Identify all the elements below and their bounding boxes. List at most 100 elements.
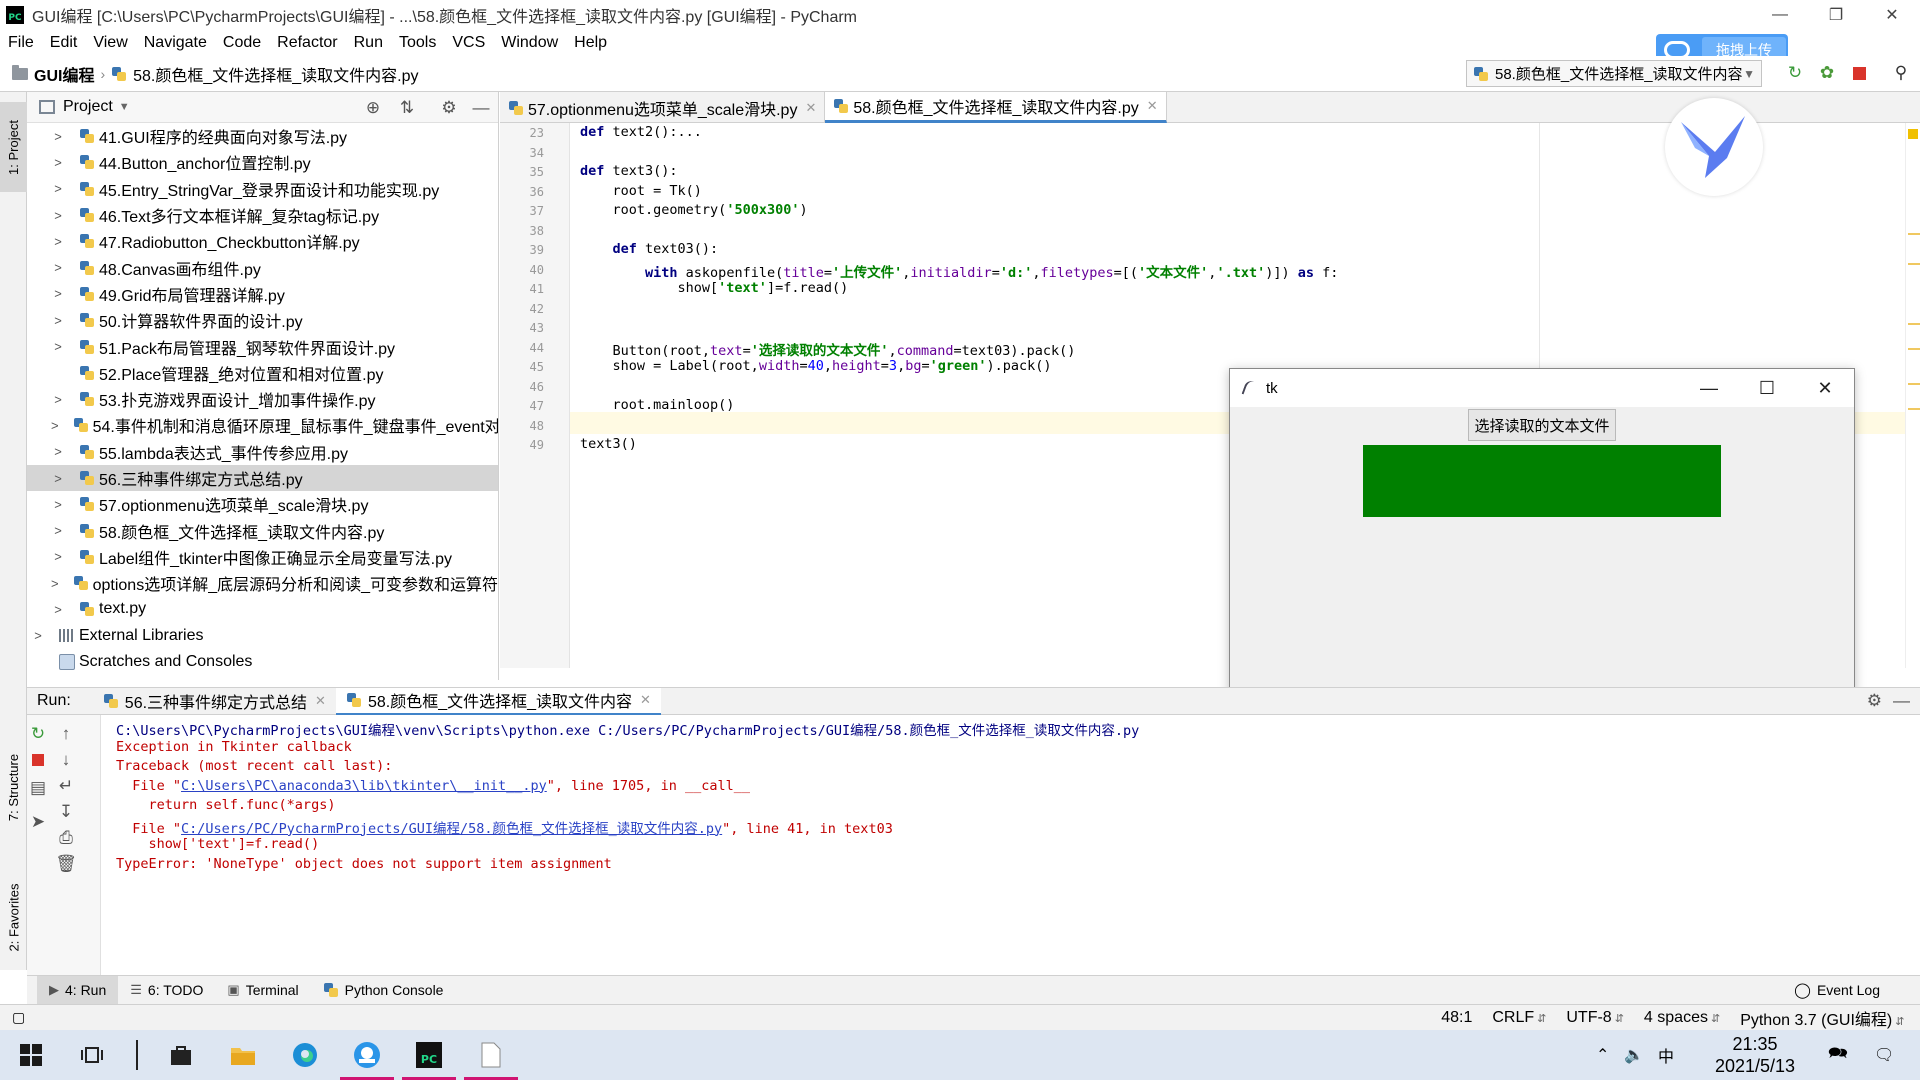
code-line[interactable]: root.mainloop() <box>580 397 735 413</box>
gear-icon[interactable]: ⚙ <box>439 98 459 118</box>
menu-view[interactable]: View <box>85 34 135 52</box>
chevron-right-icon[interactable]: > <box>51 471 65 486</box>
error-stripe-marker[interactable] <box>1908 233 1920 235</box>
chevron-right-icon[interactable]: > <box>51 602 65 617</box>
edge-browser-icon[interactable] <box>274 1030 336 1080</box>
close-tab-icon[interactable]: ✕ <box>640 692 651 708</box>
code-line[interactable]: Button(root,text='选择读取的文本文件',command=tex… <box>580 339 1076 359</box>
rerun-icon[interactable]: ↻ <box>1784 62 1806 84</box>
project-tool-tab[interactable]: 1: Project <box>0 102 27 192</box>
chevron-down-icon[interactable]: ▼ <box>119 101 130 113</box>
caret-position[interactable]: 48:1 <box>1441 1009 1472 1027</box>
menu-refactor[interactable]: Refactor <box>269 34 345 52</box>
chevron-right-icon[interactable]: > <box>51 129 65 144</box>
console-line[interactable]: File "C:/Users/PC/PycharmProjects/GUI编程/… <box>116 817 893 837</box>
favorites-tool-tab[interactable]: 2: Favorites <box>0 862 27 972</box>
action-center-icon[interactable]: 🗨 <box>1874 1030 1894 1080</box>
notification-count-icon[interactable]: 🗪 <box>1828 1030 1848 1080</box>
locate-file-icon[interactable]: ⊕ <box>363 98 383 118</box>
close-tab-icon[interactable]: ✕ <box>805 100 816 116</box>
rerun-icon[interactable]: ↻ <box>27 723 49 745</box>
code-line[interactable]: text3() <box>580 436 637 452</box>
tree-item[interactable]: >41.GUI程序的经典面向对象写法.py <box>27 123 498 149</box>
panel-toggle-icon[interactable]: ▢ <box>12 1009 25 1026</box>
tk-close-button[interactable]: ✕ <box>1796 369 1854 407</box>
tree-item[interactable]: >56.三种事件绑定方式总结.py <box>27 464 498 492</box>
menu-file[interactable]: File <box>0 34 42 52</box>
code-line[interactable]: show['text']=f.read() <box>580 280 849 296</box>
tray-show-hidden-icon[interactable]: ⌃ <box>1596 1030 1609 1080</box>
event-log-button[interactable]: ◯ Event Log <box>1794 976 1880 1004</box>
tk-maximize-button[interactable]: ☐ <box>1738 369 1796 407</box>
menu-edit[interactable]: Edit <box>42 34 86 52</box>
chevron-right-icon[interactable]: > <box>51 576 59 591</box>
tree-item[interactable]: 52.Place管理器_绝对位置和相对位置.py <box>27 360 498 386</box>
chevron-right-icon[interactable]: > <box>51 523 65 538</box>
chevron-right-icon[interactable]: > <box>51 339 65 354</box>
error-stripe-marker[interactable] <box>1908 383 1920 385</box>
tool-tab-terminal[interactable]: ▣ Terminal <box>215 976 310 1004</box>
menu-code[interactable]: Code <box>215 34 269 52</box>
console-file-link[interactable]: C:\Users\PC\anaconda3\lib\tkinter\__init… <box>181 778 547 794</box>
indent-setting[interactable]: 4 spaces ⇵ <box>1644 1009 1720 1027</box>
chevron-right-icon[interactable]: > <box>51 392 65 407</box>
project-panel-title[interactable]: Project <box>63 98 113 116</box>
bird-app-logo[interactable] <box>1665 98 1763 196</box>
tree-item-scratches[interactable]: Scratches and Consoles <box>27 649 498 675</box>
code-line[interactable]: with askopenfile(title='上传文件',initialdir… <box>580 261 1338 281</box>
warning-marker[interactable] <box>1908 129 1918 139</box>
collapse-all-icon[interactable]: ⇅ <box>397 98 417 118</box>
tree-item-external-libraries[interactable]: > External Libraries <box>27 623 498 649</box>
soft-wrap-icon[interactable]: ↵ <box>55 775 77 797</box>
chevron-right-icon[interactable]: > <box>51 155 65 170</box>
tree-item[interactable]: > Label组件_tkinter中图像正确显示全局变量写法.py <box>27 544 498 570</box>
pycharm-taskbar-icon[interactable]: PC <box>398 1030 460 1080</box>
tree-item[interactable]: >45.Entry_StringVar_登录界面设计和功能实现.py <box>27 176 498 202</box>
file-encoding[interactable]: UTF-8 ⇵ <box>1566 1009 1624 1027</box>
tree-item[interactable]: >53.扑克游戏界面设计_增加事件操作.py <box>27 386 498 412</box>
tree-item[interactable]: >46.Text多行文本框详解_复杂tag标记.py <box>27 202 498 228</box>
error-stripe[interactable] <box>1905 123 1920 668</box>
menu-window[interactable]: Window <box>493 34 566 52</box>
chevron-right-icon[interactable]: > <box>51 497 65 512</box>
tool-tab-python-console[interactable]: Python Console <box>311 976 456 1004</box>
tool-tab-todo[interactable]: ☰ 6: TODO <box>118 976 215 1004</box>
code-line[interactable]: def text03(): <box>580 241 719 257</box>
run-configuration-select[interactable]: 58.颜色框_文件选择框_读取文件内容 ▼ <box>1466 60 1762 87</box>
error-stripe-marker[interactable] <box>1908 263 1920 265</box>
task-view-icon[interactable] <box>62 1030 124 1080</box>
stop-icon[interactable] <box>1848 62 1870 84</box>
chevron-right-icon[interactable]: > <box>51 181 65 196</box>
menu-vcs[interactable]: VCS <box>444 34 493 52</box>
notepad-icon[interactable] <box>460 1030 522 1080</box>
windows-start-icon[interactable] <box>0 1030 62 1080</box>
breadcrumb-project[interactable]: GUI编程 <box>34 62 94 86</box>
console-file-link[interactable]: C:/Users/PC/PycharmProjects/GUI编程/58.颜色框… <box>181 821 722 837</box>
chevron-right-icon[interactable]: > <box>51 260 65 275</box>
tree-item[interactable]: >55.lambda表达式_事件传参应用.py <box>27 439 498 465</box>
code-line[interactable]: def text3(): <box>580 163 678 179</box>
arrow-down-icon[interactable]: ↓ <box>55 749 77 771</box>
code-line[interactable]: def text2():... <box>580 124 702 140</box>
tree-item[interactable]: >58.颜色框_文件选择框_读取文件内容.py <box>27 517 498 543</box>
stop-icon[interactable] <box>27 749 49 771</box>
breadcrumb-file[interactable]: 58.颜色框_文件选择框_读取文件内容.py <box>133 62 418 86</box>
arrow-up-icon[interactable]: ↑ <box>55 723 77 745</box>
error-stripe-marker[interactable] <box>1908 323 1920 325</box>
chevron-right-icon[interactable]: > <box>51 234 65 249</box>
interpreter-setting[interactable]: Python 3.7 (GUI编程) ⇵ <box>1740 1006 1904 1030</box>
chevron-right-icon[interactable]: > <box>51 286 65 301</box>
tk-minimize-button[interactable]: — <box>1680 369 1738 407</box>
code-line[interactable]: root.geometry('500x300') <box>580 202 808 218</box>
tree-item[interactable]: >49.Grid布局管理器详解.py <box>27 281 498 307</box>
tree-item[interactable]: >47.Radiobutton_Checkbutton详解.py <box>27 228 498 254</box>
tool-tab-run[interactable]: ▶ 4: Run <box>37 976 119 1004</box>
file-explorer-icon[interactable] <box>212 1030 274 1080</box>
ime-indicator[interactable]: 中 <box>1658 1030 1674 1080</box>
search-icon[interactable]: ⚲ <box>1890 62 1912 84</box>
chevron-right-icon[interactable]: > <box>51 208 65 223</box>
store-icon[interactable] <box>150 1030 212 1080</box>
restore-button[interactable]: ❐ <box>1808 0 1864 30</box>
tree-item[interactable]: >54.事件机制和消息循环原理_鼠标事件_键盘事件_event对象 <box>27 412 498 438</box>
tree-item[interactable]: >48.Canvas画布组件.py <box>27 254 498 280</box>
